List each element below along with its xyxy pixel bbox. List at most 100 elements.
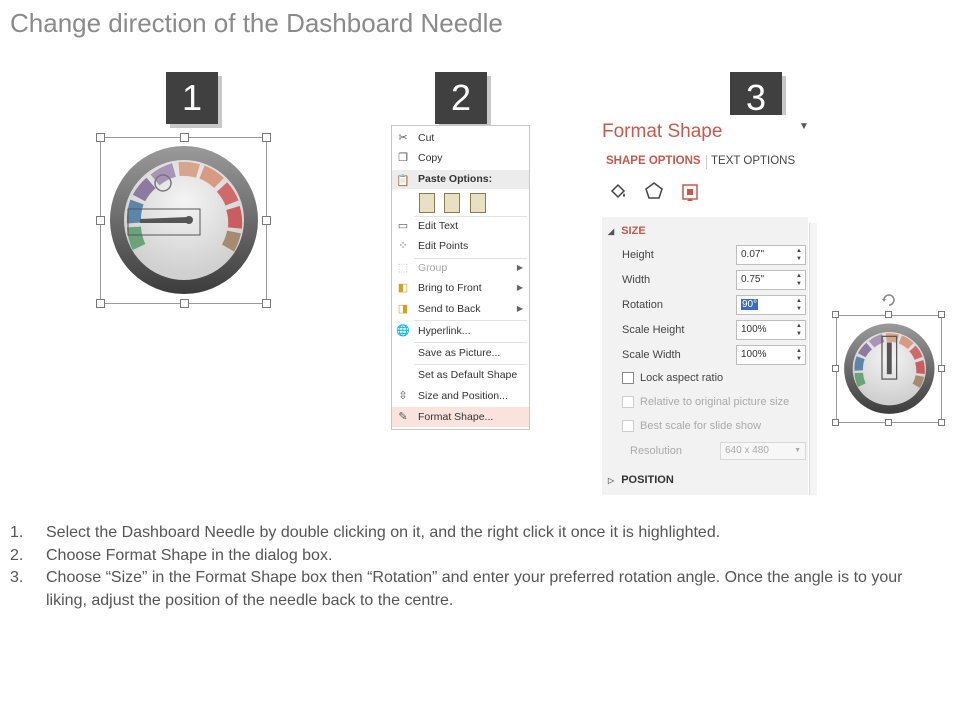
relative-size-checkbox (622, 396, 634, 408)
pane-scrollbar[interactable] (809, 223, 817, 495)
menu-item-label: Format Shape... (418, 411, 494, 423)
spinner-arrows-icon[interactable]: ▲ ▼ (796, 247, 802, 263)
hyperlink-icon: 🌐 (396, 325, 410, 337)
menu-item-label: Cut (418, 132, 435, 144)
scissors-icon: ✂ (398, 132, 408, 144)
paste-options-label: Paste Options: (418, 173, 493, 185)
instruction-text: Select the Dashboard Needle by double cl… (46, 524, 721, 541)
lock-aspect-checkbox[interactable] (622, 372, 634, 384)
paste-merge-icon[interactable] (444, 193, 460, 213)
pane-dropdown-icon[interactable]: ▼ (799, 121, 809, 132)
paste-picture-icon[interactable] (470, 193, 486, 213)
instruction-item: 2. Choose Format Shape in the dialog box… (10, 545, 940, 568)
instruction-number: 3. (10, 569, 24, 586)
spinner-arrows-icon[interactable]: ▲ ▼ (796, 322, 802, 338)
resize-handle[interactable] (885, 311, 892, 318)
width-input[interactable]: 0.75" ▲ ▼ (736, 270, 806, 290)
format-shape-pane: Format Shape ▼ SHAPE OPTIONS TEXT OPTION… (594, 115, 816, 495)
height-value: 0.07" (741, 249, 765, 260)
instruction-item: 1. Select the Dashboard Needle by double… (10, 522, 940, 545)
height-input[interactable]: 0.07" ▲ ▼ (736, 245, 806, 265)
step-badge-2: 2 (435, 72, 487, 124)
position-section-header[interactable]: ▷ POSITION (608, 474, 674, 486)
effects-icon[interactable] (644, 181, 664, 201)
resolution-select: 640 x 480 ▼ (720, 442, 806, 460)
size-properties-icon[interactable] (680, 181, 700, 203)
menu-item-format-shape[interactable]: ✎ Format Shape... (392, 407, 529, 427)
tab-shape-options[interactable]: SHAPE OPTIONS (606, 155, 701, 167)
paste-options-header: 📋 Paste Options: (392, 170, 529, 189)
resize-handle[interactable] (832, 419, 839, 426)
fill-line-icon[interactable] (608, 181, 628, 201)
menu-item-label: Hyperlink... (418, 325, 471, 337)
menu-item-label: Bring to Front (418, 282, 482, 294)
spinner-arrows-icon[interactable]: ▲ ▼ (796, 347, 802, 363)
size-position-icon: ⇳ (398, 390, 408, 402)
pane-body: ◢ SIZE Height 0.07" ▲ ▼ Width 0.75" ▲ ▼ Ro… (602, 217, 808, 495)
menu-item-hyperlink[interactable]: 🌐 Hyperlink... (392, 321, 529, 341)
best-scale-checkbox (622, 420, 634, 432)
pane-title: Format Shape (602, 121, 723, 142)
menu-item-label: Save as Picture... (418, 347, 501, 359)
chevron-down-icon: ▼ (794, 447, 801, 454)
scale-width-label: Scale Width (622, 349, 681, 361)
tab-text-options[interactable]: TEXT OPTIONS (711, 155, 795, 167)
menu-item-set-default-shape[interactable]: Set as Default Shape (392, 365, 529, 385)
spinner-arrows-icon[interactable]: ▲ ▼ (796, 297, 802, 313)
scale-width-value: 100% (741, 349, 767, 360)
relative-size-label: Relative to original picture size (640, 396, 790, 408)
rotate-handle-icon[interactable] (881, 292, 897, 308)
resolution-value: 640 x 480 (725, 445, 769, 456)
height-label: Height (622, 249, 654, 261)
menu-item-edit-points[interactable]: ⁘ Edit Points (392, 236, 529, 256)
menu-item-save-as-picture[interactable]: Save as Picture... (392, 343, 529, 363)
rotation-value: 90° (741, 299, 759, 310)
resize-handle[interactable] (938, 419, 945, 426)
menu-item-edit-text[interactable]: ▭ Edit Text (392, 216, 529, 236)
menu-item-bring-to-front[interactable]: ◧ Bring to Front ▶ (392, 278, 529, 298)
instruction-number: 1. (10, 524, 24, 541)
instruction-text: Choose “Size” in the Format Shape box th… (46, 569, 903, 609)
step-badge-1: 1 (166, 72, 218, 124)
instruction-item: 3. Choose “Size” in the Format Shape box… (10, 567, 940, 612)
group-icon: ⬚ (397, 262, 409, 274)
scale-height-input[interactable]: 100% ▲ ▼ (736, 320, 806, 340)
resize-handle[interactable] (885, 419, 892, 426)
menu-item-label: Copy (418, 152, 443, 164)
menu-item-label: Size and Position... (418, 390, 508, 402)
collapse-triangle-icon: ◢ (608, 227, 615, 236)
resize-handle[interactable] (832, 311, 839, 318)
submenu-arrow-icon: ▶ (516, 283, 523, 292)
rotation-input[interactable]: 90° ▲ ▼ (736, 295, 806, 315)
spinner-arrows-icon[interactable]: ▲ ▼ (796, 272, 802, 288)
scale-height-value: 100% (741, 324, 767, 335)
instruction-number: 2. (10, 546, 24, 564)
edit-points-icon: ⁘ (398, 240, 408, 252)
scale-height-label: Scale Height (622, 324, 685, 336)
expand-triangle-icon: ▷ (608, 476, 615, 485)
menu-item-cut[interactable]: ✂ Cut (392, 128, 529, 148)
lock-aspect-label: Lock aspect ratio (640, 372, 724, 384)
best-scale-label: Best scale for slide show (640, 420, 762, 432)
menu-item-group: ⬚ Group ▶ (392, 258, 529, 278)
menu-item-label: Group (418, 262, 448, 274)
instructions-list: 1. Select the Dashboard Needle by double… (10, 522, 940, 612)
size-section-header[interactable]: ◢ SIZE (608, 225, 646, 237)
menu-item-send-to-back[interactable]: ◨ Send to Back ▶ (392, 299, 529, 319)
paste-keep-source-icon[interactable] (419, 193, 435, 213)
dashboard-gauge-icon (844, 323, 935, 414)
dashboard-gauge-icon (110, 146, 258, 294)
menu-item-label: Edit Text (418, 220, 459, 232)
menu-item-copy[interactable]: ❐ Copy (392, 148, 529, 168)
context-menu: ✂ Cut ❐ Copy 📋 Paste Options: ▭ Edit Tex… (391, 125, 530, 430)
resolution-label: Resolution (630, 445, 682, 457)
menu-item-label: Edit Points (418, 240, 469, 252)
submenu-arrow-icon: ▶ (516, 304, 523, 313)
paste-icon: 📋 (396, 175, 410, 187)
send-back-icon: ◨ (397, 303, 409, 315)
width-value: 0.75" (741, 274, 765, 285)
resize-handle[interactable] (938, 311, 945, 318)
scale-width-input[interactable]: 100% ▲ ▼ (736, 345, 806, 365)
menu-item-size-position[interactable]: ⇳ Size and Position... (392, 386, 529, 406)
rotation-label: Rotation (622, 299, 663, 311)
